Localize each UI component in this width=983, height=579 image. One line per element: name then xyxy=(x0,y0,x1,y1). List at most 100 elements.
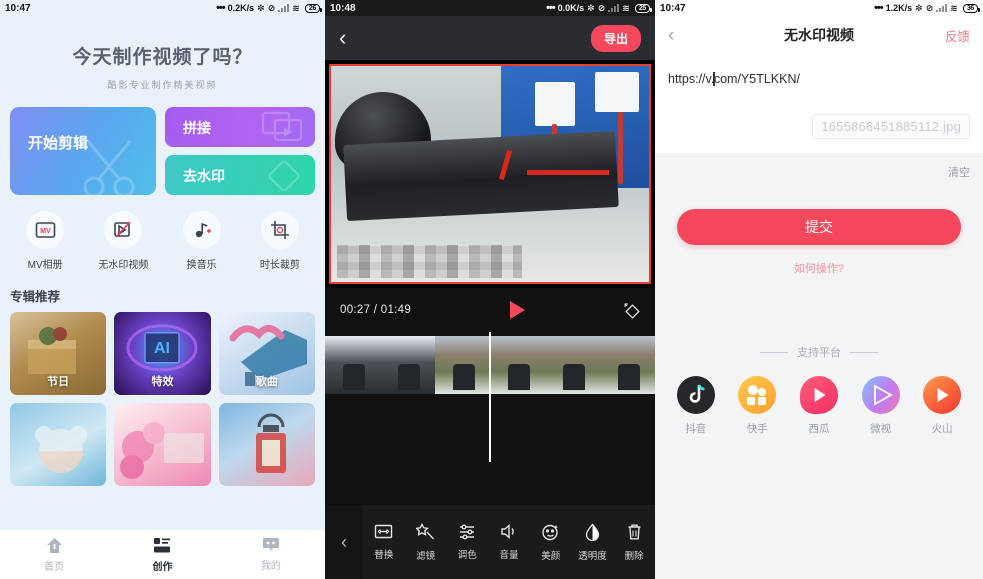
tool-label: 删除 xyxy=(624,550,644,562)
video-editor-panel: 10:48 ••• 0.0K/s ✼ ⊘ ≋ 25 ‹ 导出 00:27 / 0… xyxy=(325,0,655,579)
remove-watermark-label: 去水印 xyxy=(183,168,225,184)
wifi-icon: ≋ xyxy=(292,2,300,13)
weishi-icon xyxy=(861,376,900,414)
tool-label: 滤镜 xyxy=(416,550,436,562)
platform-weishi[interactable]: 微视 xyxy=(850,376,912,436)
start-edit-card[interactable]: 开始剪辑 xyxy=(10,107,156,195)
status-network-speed: 1.2K/s xyxy=(885,3,913,13)
clear-button[interactable]: 清空 xyxy=(948,167,970,179)
kuaishou-icon xyxy=(738,376,777,414)
tool-opacity[interactable]: 透明度 xyxy=(572,523,614,562)
filter-wand-icon xyxy=(416,522,435,539)
url-input[interactable]: https://v.com/Y5TLKKN/ xyxy=(668,72,800,86)
album-card[interactable]: 歌曲 xyxy=(218,312,315,395)
filename-row: 1655866451885112.jpg xyxy=(655,108,983,153)
tool-label: 替换 xyxy=(374,550,394,561)
divider-right xyxy=(850,351,878,353)
bluetooth-icon: ✼ xyxy=(257,2,265,13)
profile-icon xyxy=(262,538,279,551)
watermark-top-bar: ‹ 无水印视频 反馈 xyxy=(655,16,983,54)
platform-kuaishou[interactable]: 快手 xyxy=(727,376,789,436)
editor-playback-bar: 00:27 / 01:49 xyxy=(325,288,655,332)
battery-icon: 25 xyxy=(634,3,653,13)
url-text-before-caret: https://v. xyxy=(668,72,715,86)
status-bar-watermark: 10:47 ••• 1.2K/s ✼ ⊘ ≋ 36 xyxy=(655,0,983,16)
status-time: 10:47 xyxy=(660,2,686,14)
timeline-playhead[interactable] xyxy=(489,332,491,462)
platform-label: 西瓜 xyxy=(808,423,830,435)
ai-chip-decor: AI xyxy=(126,323,198,371)
platform-xigua[interactable]: 西瓜 xyxy=(788,376,850,436)
mosaic-watermark-overlay[interactable] xyxy=(337,245,522,278)
filename-chip[interactable]: 1655866451885112.jpg xyxy=(812,114,970,139)
mute-icon: ⊘ xyxy=(925,2,934,13)
splice-label: 拼接 xyxy=(183,120,211,136)
play-icon[interactable] xyxy=(509,301,525,319)
quick-action-change-music[interactable]: 换音乐 xyxy=(163,211,241,271)
tools-back-button[interactable]: ‹ xyxy=(325,505,363,579)
album-card[interactable] xyxy=(114,403,211,486)
no-watermark-icon xyxy=(104,211,143,249)
hero-title: 今天制作视频了吗？ xyxy=(72,47,253,68)
status-dots-icon: ••• xyxy=(874,2,884,14)
submit-button[interactable]: 提交 xyxy=(677,209,961,245)
how-to-link[interactable]: 如何操作? xyxy=(655,260,983,276)
xigua-icon xyxy=(799,376,838,414)
video-preview-frame[interactable] xyxy=(329,64,651,284)
feedback-button[interactable]: 反馈 xyxy=(945,26,970,45)
lantern-decor xyxy=(255,413,286,473)
album-card[interactable]: 节日 xyxy=(10,312,107,395)
battery-icon: 26 xyxy=(304,3,323,13)
quick-action-no-watermark[interactable]: 无水印视频 xyxy=(84,211,162,271)
section-title-albums: 专辑推荐 xyxy=(10,290,61,304)
quick-action-label: MV相册 xyxy=(27,260,63,271)
splice-card[interactable]: 拼接 xyxy=(165,107,315,147)
tool-color[interactable]: 调色 xyxy=(446,523,488,561)
tool-replace[interactable]: 替换 xyxy=(363,523,405,561)
timeline-frame xyxy=(380,336,435,394)
platform-label: 快手 xyxy=(746,423,768,435)
status-bar-home: 10:47 ••• 0.2K/s ✼ ⊘ ≋ 26 xyxy=(0,0,325,16)
tool-volume[interactable]: 音量 xyxy=(488,523,530,561)
album-card[interactable] xyxy=(10,403,107,486)
play-triangle xyxy=(937,388,949,402)
export-button[interactable]: 导出 xyxy=(590,24,641,52)
tool-beauty[interactable]: 美颜 xyxy=(530,523,572,562)
eraser-icon xyxy=(268,160,300,192)
platform-list: 抖音 快手 西瓜 微视 火山 xyxy=(655,360,983,436)
preview-object xyxy=(343,130,619,222)
tool-label: 调色 xyxy=(457,550,477,561)
url-input-area[interactable]: https://v.com/Y5TLKKN/ xyxy=(655,54,983,108)
bluetooth-icon: ✼ xyxy=(587,2,595,13)
tool-filter[interactable]: 滤镜 xyxy=(405,522,447,562)
music-note-icon xyxy=(182,211,221,249)
quick-action-mv-album[interactable]: MV MV相册 xyxy=(6,211,84,271)
supported-platforms-heading: 支持平台 xyxy=(655,344,983,360)
tool-delete[interactable]: 删除 xyxy=(613,523,655,562)
svg-text:MV: MV xyxy=(40,228,51,235)
platform-huoshan[interactable]: 火山 xyxy=(911,376,973,436)
keyframe-diamond-icon[interactable] xyxy=(623,302,640,319)
tab-profile[interactable]: 我的 xyxy=(217,530,325,579)
mute-icon: ⊘ xyxy=(267,2,276,13)
quick-action-label: 时长裁剪 xyxy=(259,260,300,271)
tab-create[interactable]: 创作 xyxy=(108,530,216,579)
platform-label: 微视 xyxy=(870,423,892,435)
tab-label: 创作 xyxy=(152,561,173,573)
album-card[interactable]: AI 特效 xyxy=(114,312,211,395)
status-time: 10:47 xyxy=(5,2,31,14)
editor-top-bar: ‹ 导出 xyxy=(325,16,655,60)
quick-action-crop-duration[interactable]: 时长裁剪 xyxy=(241,211,319,271)
remove-watermark-card[interactable]: 去水印 xyxy=(165,155,315,195)
status-network-speed: 0.0K/s xyxy=(557,3,585,13)
album-caption: 节日 xyxy=(47,376,70,388)
huoshan-icon xyxy=(923,376,962,414)
tab-home[interactable]: 首页 xyxy=(0,530,108,579)
trash-icon xyxy=(628,524,641,539)
cellular-signal-icon xyxy=(278,4,290,12)
chevron-left-icon[interactable]: ‹ xyxy=(339,27,346,49)
timeline-area[interactable] xyxy=(325,332,655,462)
platform-douyin[interactable]: 抖音 xyxy=(665,376,727,436)
album-caption: 歌曲 xyxy=(255,376,278,388)
album-card[interactable] xyxy=(218,403,315,486)
